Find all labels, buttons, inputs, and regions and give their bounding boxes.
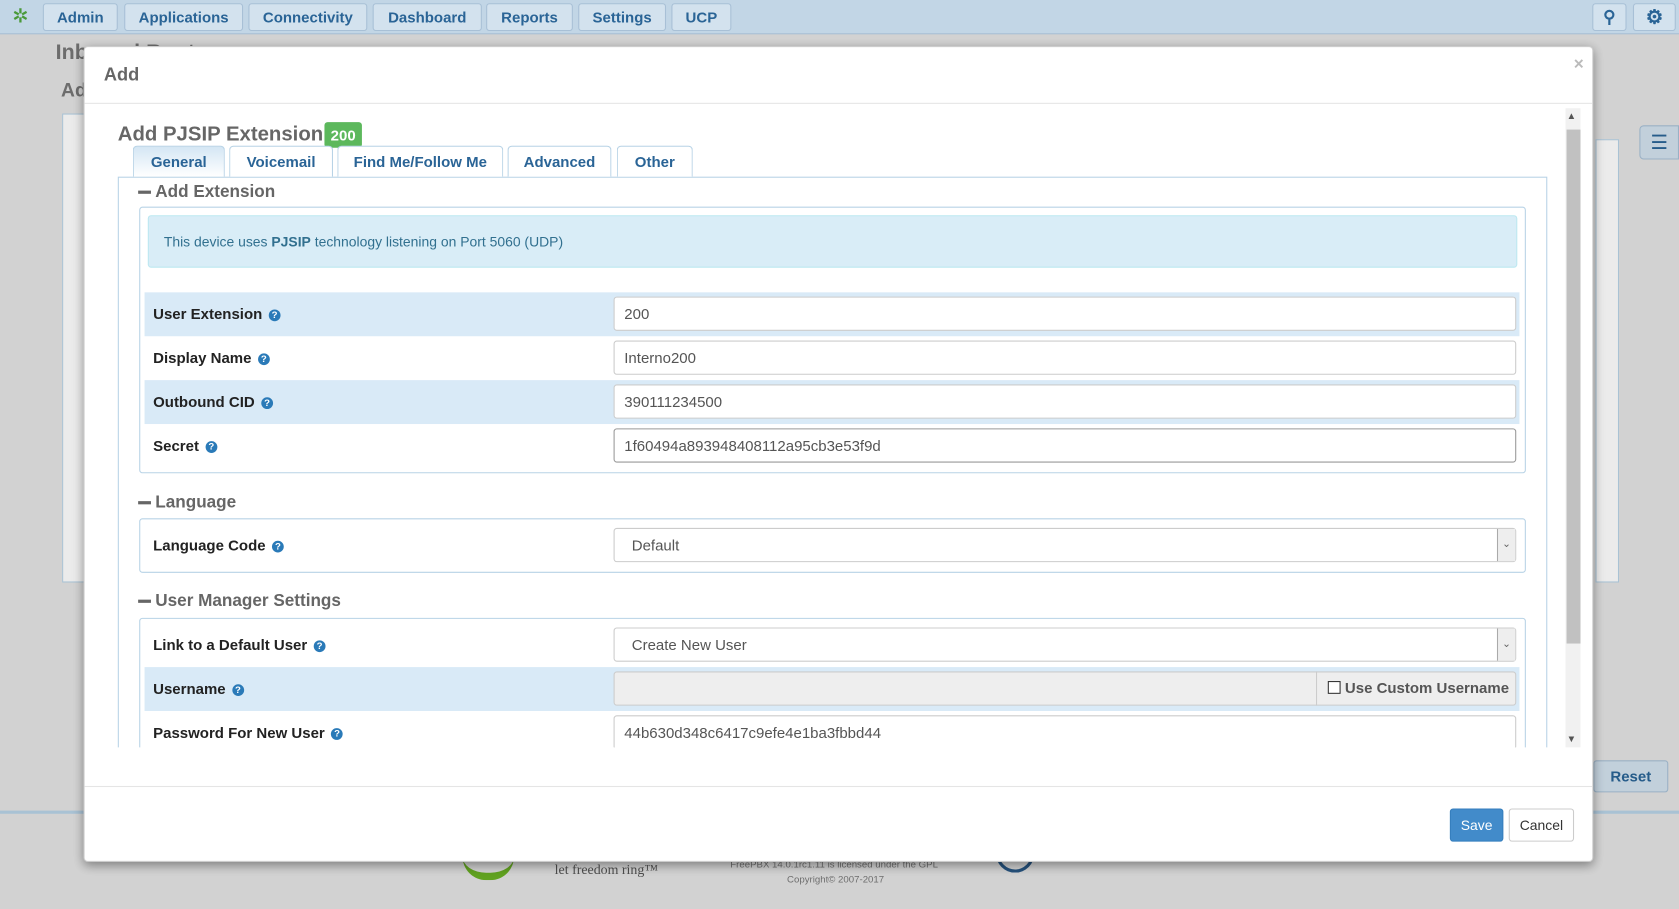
- nav-admin[interactable]: Admin: [42, 3, 118, 32]
- nav-settings[interactable]: Settings: [578, 3, 667, 32]
- tab-advanced[interactable]: Advanced: [507, 145, 612, 177]
- cancel-button[interactable]: Cancel: [1508, 808, 1575, 842]
- field-outbound-cid: Outbound CID? 390111234500: [144, 380, 1520, 425]
- scroll-up-icon[interactable]: ▲: [1567, 110, 1577, 121]
- field-secret: Secret? 1f60494a893948408112a95cb3e53f9d: [145, 424, 1520, 468]
- nav-applications[interactable]: Applications: [124, 3, 244, 32]
- help-icon[interactable]: ?: [257, 353, 270, 366]
- help-icon[interactable]: ?: [313, 640, 326, 653]
- help-icon[interactable]: ?: [331, 728, 343, 740]
- section-user-manager[interactable]: User Manager Settings: [138, 592, 341, 611]
- scrollbar-thumb[interactable]: [1566, 129, 1581, 644]
- field-language-code: Language Code? Default ⌄: [145, 524, 1520, 568]
- help-icon[interactable]: ?: [232, 684, 244, 697]
- language-code-select[interactable]: Default ⌄: [613, 527, 1517, 563]
- modal-title: Add: [103, 64, 140, 85]
- field-user-extension: User Extension? 200: [144, 292, 1520, 337]
- field-link-default-user: Link to a Default User? Create New User ⌄: [145, 623, 1520, 667]
- nav-ucp[interactable]: UCP: [671, 3, 732, 32]
- tab-other[interactable]: Other: [616, 145, 693, 177]
- link-default-user-select[interactable]: Create New User ⌄: [613, 627, 1517, 662]
- close-icon[interactable]: ×: [1574, 56, 1584, 75]
- gear-icon[interactable]: ⚙: [1632, 3, 1676, 32]
- nav-connectivity[interactable]: Connectivity: [248, 3, 368, 32]
- extension-badge: 200: [324, 122, 363, 148]
- chevron-down-icon: ⌄: [1496, 528, 1516, 562]
- help-icon[interactable]: ?: [268, 309, 281, 322]
- field-display-name: Display Name? Interno200: [145, 336, 1520, 380]
- tab-find-me-follow-me[interactable]: Find Me/Follow Me: [337, 145, 504, 177]
- heading-text: Add PJSIP Extension: [117, 123, 324, 146]
- tab-voicemail[interactable]: Voicemail: [229, 145, 334, 177]
- nav-reports[interactable]: Reports: [486, 3, 573, 32]
- page-heading: Add PJSIP Extension 200: [117, 122, 363, 148]
- user-extension-input[interactable]: 200: [613, 296, 1517, 331]
- field-username: Username? Use Custom Username: [144, 667, 1520, 712]
- scroll-down-icon[interactable]: ▼: [1567, 733, 1577, 744]
- field-password-new-user: Password For New User? 44b630d348c6417c9e…: [145, 711, 1520, 748]
- password-new-user-input[interactable]: 44b630d348c6417c9efe4e1ba3fbbd44: [613, 715, 1517, 748]
- secret-input[interactable]: 1f60494a893948408112a95cb3e53f9d: [613, 428, 1517, 463]
- chevron-down-icon: ⌄: [1496, 628, 1516, 661]
- section-language[interactable]: Language: [138, 494, 236, 513]
- help-icon[interactable]: ?: [205, 441, 218, 453]
- custom-username-checkbox[interactable]: [1327, 681, 1341, 694]
- freepbx-logo[interactable]: ✲: [4, 5, 36, 29]
- tab-general[interactable]: General: [132, 145, 225, 177]
- use-custom-username[interactable]: Use Custom Username: [1316, 671, 1517, 706]
- search-icon[interactable]: ⚲: [1592, 3, 1627, 32]
- top-navbar: ✲ Admin Applications Connectivity Dashbo…: [0, 0, 1679, 35]
- username-input[interactable]: [613, 671, 1318, 706]
- display-name-input[interactable]: Interno200: [613, 340, 1517, 375]
- save-button[interactable]: Save: [1449, 808, 1504, 842]
- nav-dashboard[interactable]: Dashboard: [372, 3, 482, 32]
- modal-body: Add PJSIP Extension 200 General Voicemail…: [85, 108, 1593, 748]
- outbound-cid-input[interactable]: 390111234500: [613, 384, 1517, 419]
- help-icon[interactable]: ?: [261, 397, 273, 410]
- info-alert: This device uses PJSIP technology listen…: [147, 215, 1518, 268]
- add-modal: Add × Add PJSIP Extension 200 General Voi…: [83, 46, 1594, 862]
- section-add-extension[interactable]: Add Extension: [138, 183, 275, 202]
- help-icon[interactable]: ?: [271, 540, 284, 553]
